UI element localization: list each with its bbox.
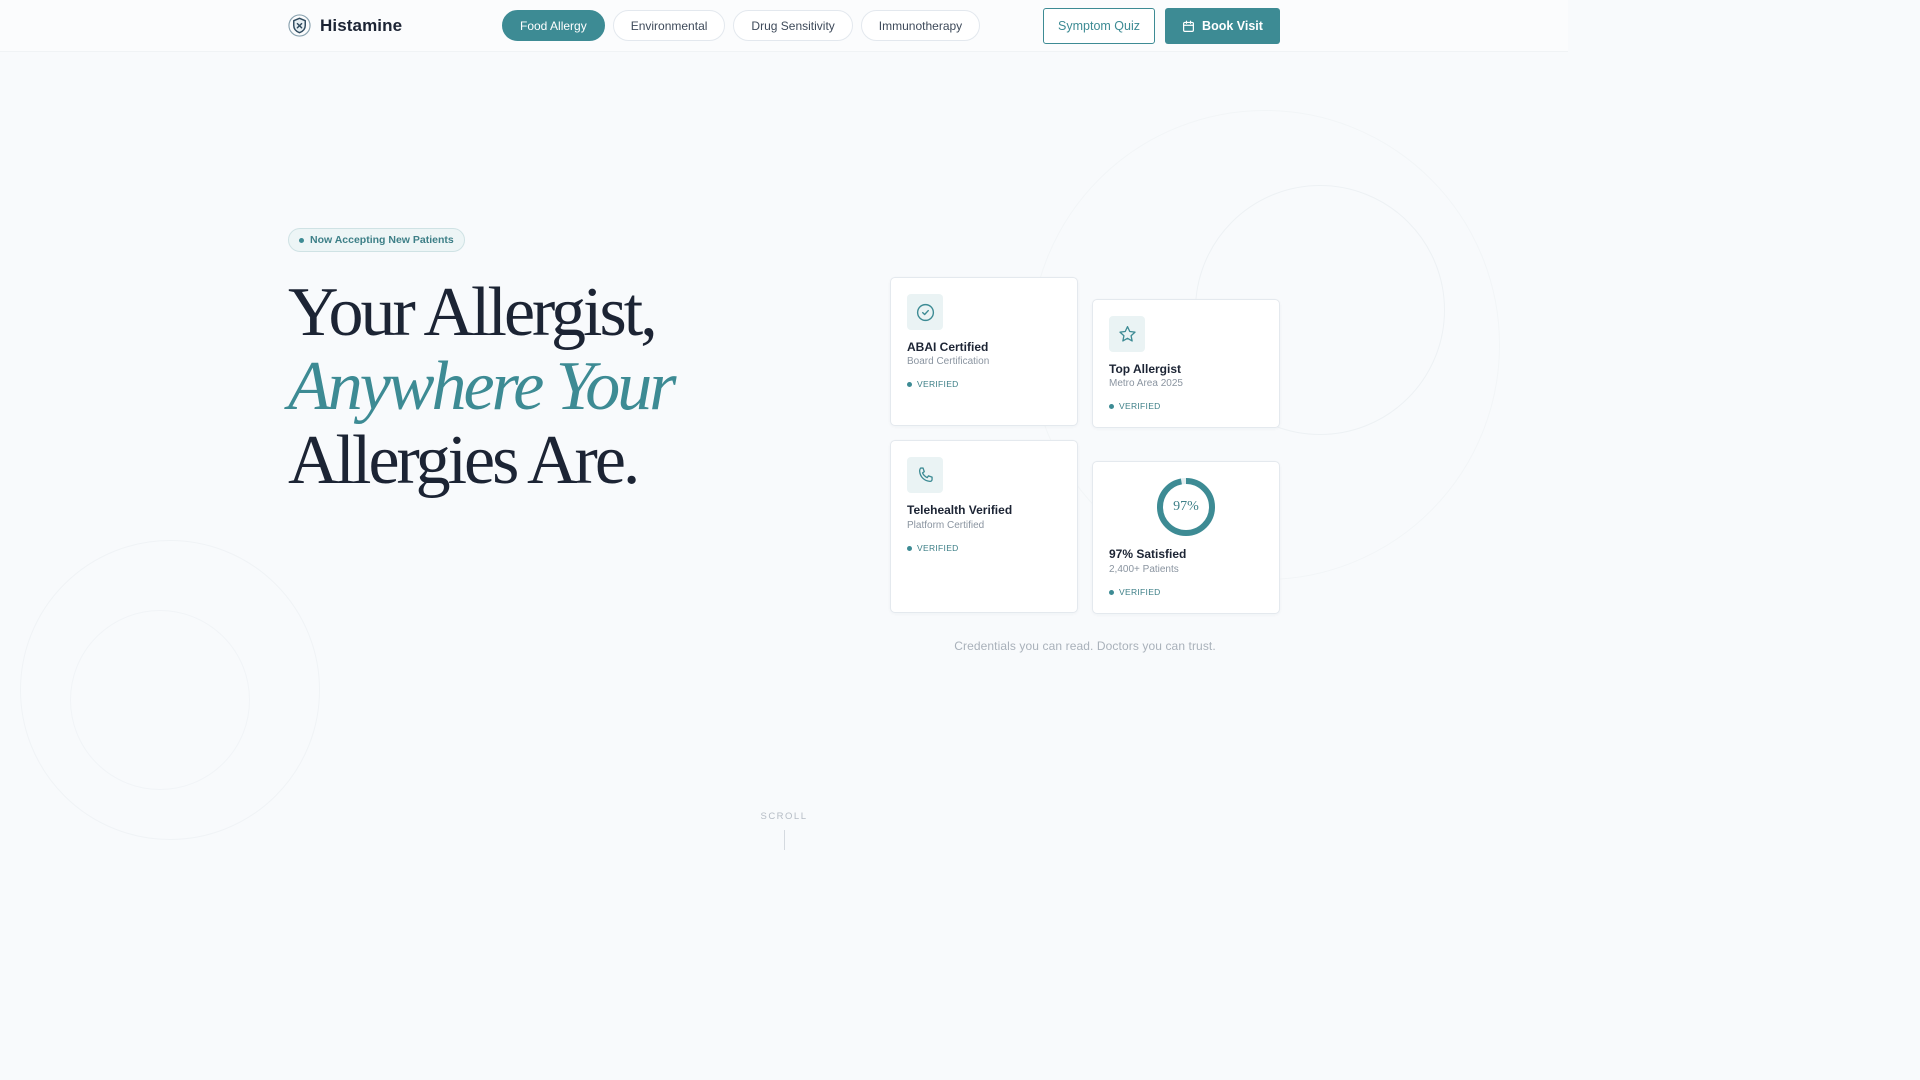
decorative-ring	[70, 610, 250, 790]
calendar-icon	[1183, 20, 1195, 32]
status-dot	[299, 237, 304, 243]
credential-card-abai: ABAI Certified Board Certification VERIF…	[890, 277, 1078, 426]
status-badge: Now Accepting New Patients	[288, 228, 465, 252]
decorative-ring	[20, 540, 320, 840]
credential-subtitle: Board Certification	[907, 356, 990, 367]
book-visit-label: Book Visit	[1202, 19, 1263, 33]
credential-card-top-allergist: Top Allergist Metro Area 2025 VERIFIED	[1092, 299, 1280, 428]
credential-title: Top Allergist	[1109, 362, 1181, 376]
verified-status: VERIFIED	[907, 379, 959, 389]
satisfaction-percent: 97%	[1173, 499, 1199, 514]
tab-drug-sensitivity[interactable]: Drug Sensitivity	[733, 10, 853, 41]
headline-line-2: Anywhere Your	[288, 348, 677, 425]
book-visit-button[interactable]: Book Visit	[1165, 8, 1280, 44]
satisfaction-donut: 97%	[1156, 477, 1216, 537]
symptom-quiz-button[interactable]: Symptom Quiz	[1043, 8, 1155, 44]
verified-label: VERIFIED	[1119, 401, 1161, 411]
credential-card-telehealth: Telehealth Verified Platform Certified V…	[890, 440, 1078, 613]
brand-name: Histamine	[320, 15, 403, 35]
status-dot	[1109, 403, 1114, 409]
star-icon	[1118, 325, 1136, 342]
status-dot	[907, 381, 912, 387]
hero-headline: Your Allergist, Anywhere Your Allergies …	[288, 276, 808, 498]
credential-title: Telehealth Verified	[907, 503, 1013, 517]
scroll-label: SCROLL	[760, 811, 808, 822]
brand-logo-link[interactable]: Histamine	[288, 14, 402, 37]
verified-status: VERIFIED	[907, 543, 959, 553]
shield-icon	[288, 14, 311, 37]
tab-immunotherapy[interactable]: Immunotherapy	[860, 10, 981, 41]
phone-icon	[918, 466, 933, 482]
headline-line-1: Your Allergist,	[288, 274, 658, 351]
credential-title: ABAI Certified	[907, 340, 989, 354]
status-dot	[1109, 589, 1114, 595]
verified-label: VERIFIED	[917, 379, 959, 389]
credential-subtitle: Platform Certified	[907, 520, 985, 531]
credential-card-satisfaction: 97% 97% Satisfied 2,400+ Patients VERIFI…	[1092, 461, 1280, 614]
tab-food-allergy[interactable]: Food Allergy	[502, 10, 605, 41]
verified-label: VERIFIED	[1119, 587, 1161, 597]
verified-label: VERIFIED	[917, 543, 959, 553]
verified-status: VERIFIED	[1109, 587, 1161, 597]
check-circle-icon	[916, 303, 934, 321]
category-tabs: Food Allergy Environmental Drug Sensitiv…	[502, 10, 981, 41]
scroll-line	[783, 830, 785, 850]
headline-line-3: Allergies Are.	[288, 422, 640, 499]
status-badge-text: Now Accepting New Patients	[310, 234, 454, 246]
status-dot	[907, 545, 912, 551]
verified-status: VERIFIED	[1109, 401, 1161, 411]
scroll-indicator[interactable]: SCROLL	[744, 811, 824, 850]
tab-environmental[interactable]: Environmental	[612, 10, 726, 41]
credential-subtitle: 2,400+ Patients	[1109, 564, 1179, 575]
credentials-tagline: Credentials you can read. Doctors you ca…	[954, 639, 1216, 653]
credential-subtitle: Metro Area 2025	[1109, 378, 1183, 389]
site-header: Histamine Food Allergy Environmental Dru…	[0, 0, 1568, 52]
credential-title: 97% Satisfied	[1109, 547, 1187, 561]
